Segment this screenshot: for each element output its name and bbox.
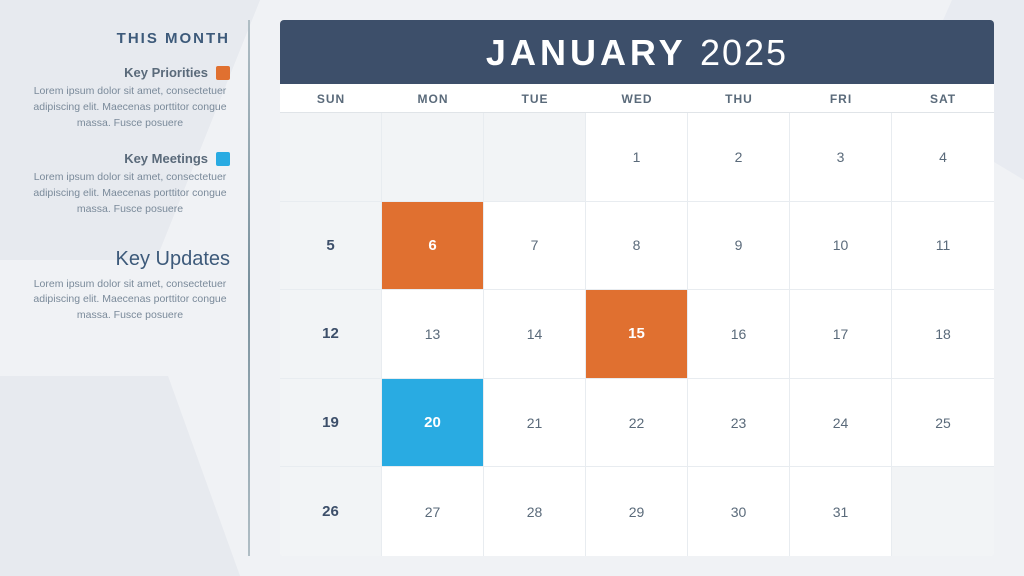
calendar-header: JANUARY 2025 [280, 20, 994, 84]
cal-cell-4-4: 30 [688, 467, 790, 556]
cal-cell-0-5: 3 [790, 113, 892, 201]
cal-cell-4-5: 31 [790, 467, 892, 556]
cal-cell-3-6: 25 [892, 379, 994, 467]
calendar-month-year: JANUARY 2025 [486, 32, 788, 73]
day-header-sun: SUN [280, 84, 382, 112]
meetings-text: Lorem ipsum dolor sit amet, consectetuer… [30, 170, 230, 217]
cal-cell-0-1 [382, 113, 484, 201]
orange-dot-icon [216, 66, 230, 80]
cal-cell-1-0: 5 [280, 202, 382, 290]
cal-cell-0-4: 2 [688, 113, 790, 201]
updates-section: Key Updates Lorem ipsum dolor sit amet, … [30, 238, 230, 324]
priorities-text: Lorem ipsum dolor sit amet, consectetuer… [30, 84, 230, 131]
cal-cell-0-2 [484, 113, 586, 201]
sidebar-title: THIS MONTH [30, 30, 230, 47]
priorities-label: Key Priorities [124, 65, 208, 80]
meetings-label-row: Key Meetings [30, 151, 230, 166]
day-header-sat: SAT [892, 84, 994, 112]
cal-cell-3-1: 20 [382, 379, 484, 467]
day-headers-row: SUN MON TUE WED THU FRI SAT [280, 84, 994, 113]
cal-row-0: 1234 [280, 113, 994, 202]
calendar-body: 1234567891011121314151617181920212223242… [280, 113, 994, 556]
cal-cell-3-5: 24 [790, 379, 892, 467]
day-header-wed: WED [586, 84, 688, 112]
cal-cell-4-1: 27 [382, 467, 484, 556]
cal-cell-4-2: 28 [484, 467, 586, 556]
cal-cell-1-4: 9 [688, 202, 790, 290]
cal-cell-2-1: 13 [382, 290, 484, 378]
cal-row-3: 19202122232425 [280, 379, 994, 468]
meetings-label: Key Meetings [124, 151, 208, 166]
day-header-thu: THU [688, 84, 790, 112]
cal-row-2: 12131415161718 [280, 290, 994, 379]
cal-cell-3-4: 23 [688, 379, 790, 467]
cal-cell-1-5: 10 [790, 202, 892, 290]
cal-cell-2-3: 15 [586, 290, 688, 378]
cal-cell-3-2: 21 [484, 379, 586, 467]
day-header-fri: FRI [790, 84, 892, 112]
cal-cell-3-3: 22 [586, 379, 688, 467]
cal-cell-0-6: 4 [892, 113, 994, 201]
day-header-tue: TUE [484, 84, 586, 112]
day-header-mon: MON [382, 84, 484, 112]
cal-row-4: 262728293031 [280, 467, 994, 556]
cal-cell-1-1: 6 [382, 202, 484, 290]
cal-cell-2-6: 18 [892, 290, 994, 378]
calendar-month: JANUARY [486, 32, 686, 73]
cal-cell-1-6: 11 [892, 202, 994, 290]
calendar-main: JANUARY 2025 SUN MON TUE WED THU FRI SAT… [250, 0, 1024, 576]
cal-cell-2-5: 17 [790, 290, 892, 378]
cal-cell-0-0 [280, 113, 382, 201]
cal-cell-2-2: 14 [484, 290, 586, 378]
cal-row-1: 567891011 [280, 202, 994, 291]
cal-cell-1-2: 7 [484, 202, 586, 290]
sidebar: THIS MONTH Key Priorities Lorem ipsum do… [0, 0, 250, 576]
cal-cell-4-6 [892, 467, 994, 556]
cal-cell-1-3: 8 [586, 202, 688, 290]
priorities-label-row: Key Priorities [30, 65, 230, 80]
cal-cell-0-3: 1 [586, 113, 688, 201]
page-container: THIS MONTH Key Priorities Lorem ipsum do… [0, 0, 1024, 576]
updates-title: Key Updates [30, 248, 230, 271]
calendar-year: 2025 [700, 32, 788, 73]
blue-dot-icon [216, 152, 230, 166]
calendar-grid: SUN MON TUE WED THU FRI SAT 123456789101… [280, 84, 994, 556]
cal-cell-2-0: 12 [280, 290, 382, 378]
updates-text: Lorem ipsum dolor sit amet, consectetuer… [30, 277, 230, 324]
meetings-section: Key Meetings Lorem ipsum dolor sit amet,… [30, 151, 230, 217]
cal-cell-4-0: 26 [280, 467, 382, 556]
cal-cell-2-4: 16 [688, 290, 790, 378]
priorities-section: Key Priorities Lorem ipsum dolor sit ame… [30, 65, 230, 131]
cal-cell-3-0: 19 [280, 379, 382, 467]
cal-cell-4-3: 29 [586, 467, 688, 556]
